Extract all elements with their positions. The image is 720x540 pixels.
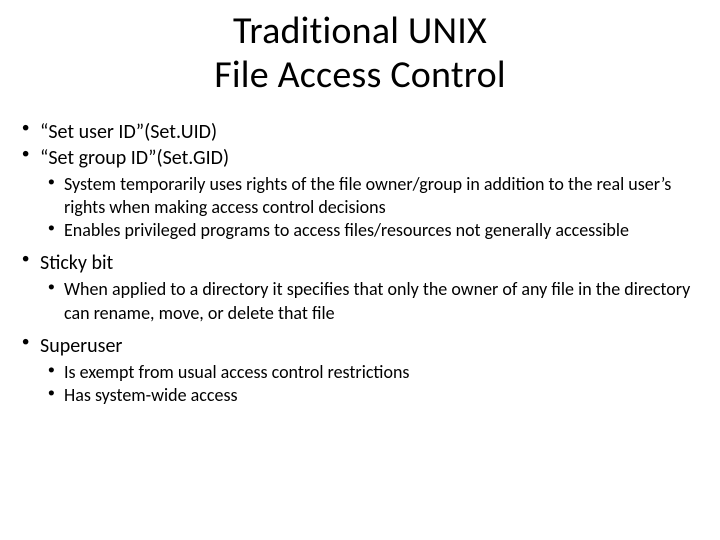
list-item: Superuser Is exempt from usual access co…: [18, 333, 702, 407]
bullet-text: “Set group ID”(Set.GID): [40, 146, 229, 170]
sub-list: System temporarily uses rights of the fi…: [40, 173, 702, 242]
title-line-2: File Access Control: [214, 52, 506, 98]
bullet-text: Is exempt from usual access control rest…: [64, 361, 409, 383]
list-item: Is exempt from usual access control rest…: [40, 361, 702, 384]
bullet-text: Has system-wide access: [64, 384, 238, 406]
list-item: Enables privileged programs to access fi…: [40, 219, 702, 242]
slide-title: Traditional UNIX File Access Control: [18, 10, 702, 97]
sub-list: Is exempt from usual access control rest…: [40, 361, 702, 407]
title-line-1: Traditional UNIX: [233, 8, 487, 54]
list-item: “Set user ID”(Set.UID): [18, 119, 702, 145]
list-item: System temporarily uses rights of the fi…: [40, 173, 702, 219]
list-item: When applied to a directory it specifies…: [40, 278, 702, 324]
bullet-text: “Set user ID”(Set.UID): [40, 120, 217, 144]
bullet-text: System temporarily uses rights of the fi…: [64, 173, 671, 218]
bullet-list: “Set user ID”(Set.UID) “Set group ID”(Se…: [18, 119, 702, 406]
bullet-text: Sticky bit: [40, 251, 113, 275]
sub-list: When applied to a directory it specifies…: [40, 278, 702, 324]
bullet-text: When applied to a directory it specifies…: [64, 278, 690, 323]
list-item: “Set group ID”(Set.GID) System temporari…: [18, 145, 702, 242]
list-item: Has system-wide access: [40, 384, 702, 407]
bullet-text: Enables privileged programs to access fi…: [64, 219, 629, 241]
bullet-text: Superuser: [40, 334, 122, 358]
list-item: Sticky bit When applied to a directory i…: [18, 250, 702, 324]
